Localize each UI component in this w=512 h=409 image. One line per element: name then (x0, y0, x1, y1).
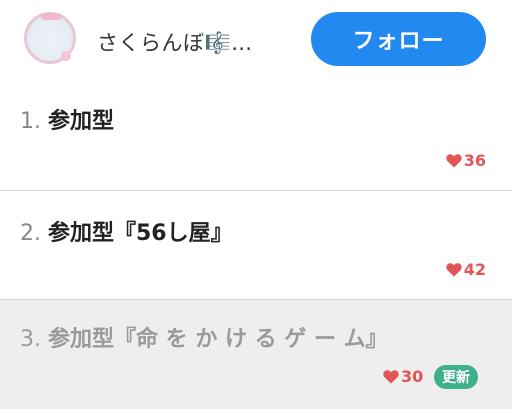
avatar-bow (61, 51, 71, 61)
like-count: 30 (383, 367, 423, 386)
list-item[interactable]: 1. 参加型 36 (0, 78, 512, 191)
profile-header: さくらんぼ🎼… フォロー (0, 0, 512, 78)
item-title-text: 参加型『命 を か け る ゲ ー ム』 (48, 327, 388, 352)
avatar-ribbon (41, 13, 61, 20)
updated-badge: 更新 (434, 365, 478, 389)
like-count-value: 42 (463, 260, 486, 279)
username[interactable]: さくらんぼ🎼… (97, 27, 253, 57)
follow-button[interactable]: フォロー (311, 12, 486, 66)
item-title: 3. 参加型『命 を か け る ゲ ー ム』 (20, 321, 388, 353)
item-number: 2. (20, 221, 41, 246)
like-count-value: 36 (463, 151, 486, 170)
item-number: 1. (20, 109, 41, 134)
item-title: 2. 参加型『56し屋』 (20, 215, 233, 247)
item-title-text: 参加型『56し屋』 (48, 221, 233, 246)
like-count: 36 (446, 151, 486, 170)
avatar[interactable] (24, 12, 76, 64)
item-number: 3. (20, 327, 41, 352)
heart-icon (446, 154, 462, 168)
list-item[interactable]: 3. 参加型『命 を か け る ゲ ー ム』 30 更新 (0, 300, 512, 409)
item-title: 1. 参加型 (20, 103, 114, 135)
item-title-text: 参加型 (48, 109, 115, 134)
heart-icon (446, 263, 462, 277)
list-item[interactable]: 2. 参加型『56し屋』 42 (0, 191, 512, 300)
like-count: 42 (446, 260, 486, 279)
screen: さくらんぼ🎼… フォロー 1. 参加型 36 2. 参加型『56し屋』 42 3… (0, 0, 512, 409)
heart-icon (383, 370, 399, 384)
like-count-value: 30 (401, 367, 424, 386)
